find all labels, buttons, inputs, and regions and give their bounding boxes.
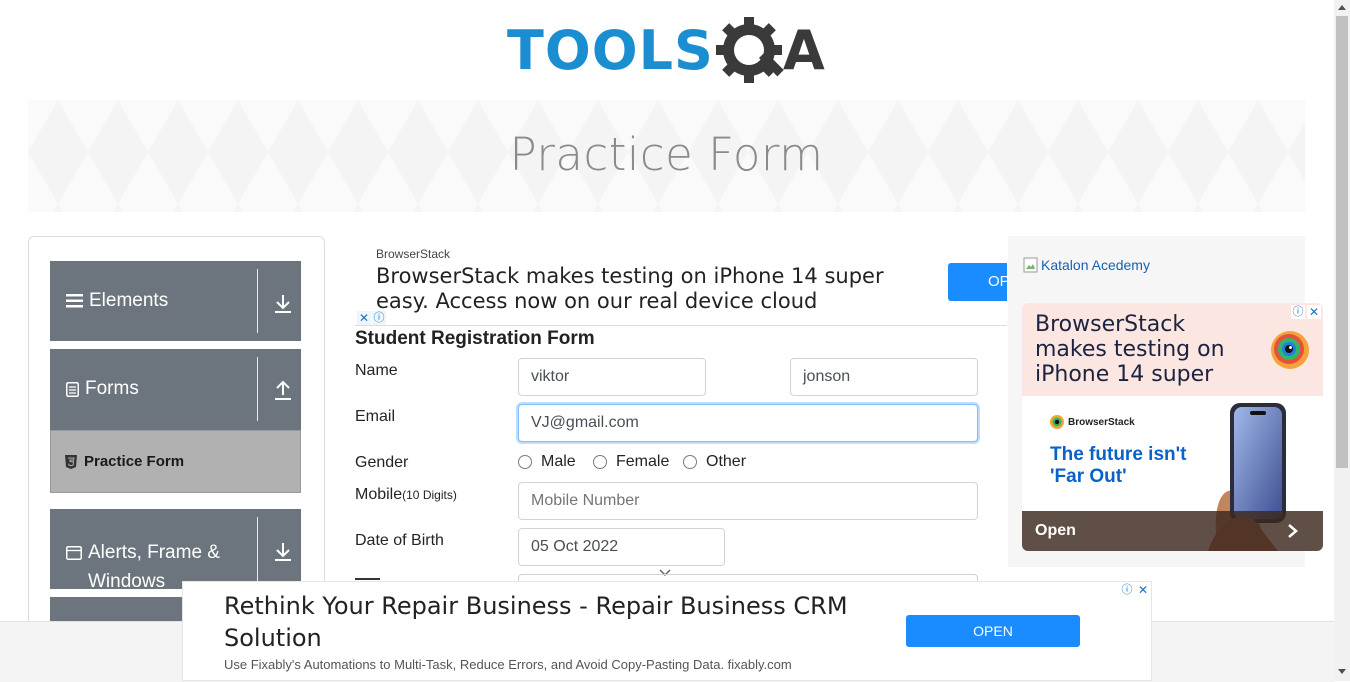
radio-label: Male xyxy=(541,453,576,470)
first-name-input[interactable]: viktor xyxy=(518,358,706,396)
ad-headline: BrowserStack makes testing on iPhone 14 … xyxy=(1035,312,1225,387)
ad-open-button[interactable]: OPEN xyxy=(906,615,1080,647)
scrollbar-thumb[interactable] xyxy=(1336,16,1348,468)
mobile-input[interactable] xyxy=(518,482,978,520)
mobile-label-hint: (10 Digits) xyxy=(402,488,457,502)
toolsqa-logo[interactable]: TOOLS A xyxy=(507,14,832,92)
scroll-down-arrow-icon[interactable] xyxy=(1338,669,1346,674)
ad-info-icon[interactable]: ⓘ xyxy=(372,311,386,325)
ad-banner-bottom[interactable]: Rethink Your Repair Business - Repair Bu… xyxy=(182,581,1152,681)
download-arrow-icon[interactable] xyxy=(272,293,294,315)
ad-info-icon[interactable]: ⓘ xyxy=(1120,583,1134,597)
ad-headline[interactable]: Rethink Your Repair Business - Repair Bu… xyxy=(224,590,884,654)
ad-brand: BrowserStack xyxy=(1050,415,1135,429)
logo-text-tools: TOOLS xyxy=(507,19,714,82)
ad-source: BrowserStack xyxy=(376,247,451,261)
ad-headline[interactable]: BrowserStack makes testing on iPhone 14 … xyxy=(376,264,936,314)
ad-close-icon[interactable]: ✕ xyxy=(1136,583,1150,597)
last-name-input[interactable]: jonson xyxy=(790,358,978,396)
email-label: Email xyxy=(355,408,396,425)
ad-cta-bar[interactable]: Open xyxy=(1022,511,1323,551)
brand-name: BrowserStack xyxy=(1068,416,1135,428)
ad-open-button[interactable]: OPEN xyxy=(948,263,1007,301)
image-alt-text: Katalon Acedemy xyxy=(1041,257,1150,273)
gender-label: Gender xyxy=(355,454,409,471)
ad-banner-top[interactable]: BrowserStack BrowserStack makes testing … xyxy=(355,236,1007,326)
radio-button[interactable] xyxy=(518,455,532,469)
divider xyxy=(257,357,258,421)
download-arrow-icon[interactable] xyxy=(272,541,294,563)
radio-button[interactable] xyxy=(593,455,607,469)
sidebar-group-label: Forms xyxy=(85,378,139,399)
form-title: Student Registration Form xyxy=(355,328,595,349)
ad-tagline: The future isn't 'Far Out' xyxy=(1050,444,1187,487)
radio-button[interactable] xyxy=(683,455,697,469)
chevron-right-icon[interactable] xyxy=(1287,523,1299,539)
mobile-label-text: Mobile xyxy=(355,486,403,503)
upload-arrow-icon[interactable] xyxy=(272,380,294,402)
sidebar-group-forms[interactable]: Forms xyxy=(50,349,301,430)
scroll-up-arrow-icon[interactable] xyxy=(1338,5,1346,10)
browserstack-ad[interactable]: BrowserStack makes testing on iPhone 14 … xyxy=(1022,303,1323,551)
window-icon xyxy=(66,546,82,560)
page-banner: Practice Form xyxy=(28,100,1305,212)
radio-label: Female xyxy=(616,453,670,470)
sidebar-group-label: Elements xyxy=(89,290,169,311)
ad-close-icon[interactable]: ✕ xyxy=(357,311,371,325)
browserstack-small-icon xyxy=(1050,415,1064,429)
divider xyxy=(257,269,258,333)
browserstack-logo-icon xyxy=(1271,331,1309,369)
sidebar-item-label: Practice Form xyxy=(84,453,185,470)
divider xyxy=(257,517,258,581)
gender-radio-other[interactable]: Other xyxy=(683,453,746,471)
gear-magnifier-icon xyxy=(716,17,784,83)
document-icon xyxy=(66,382,79,397)
ad-subtext: Use Fixably's Automations to Multi-Task,… xyxy=(224,657,792,672)
gender-radio-female[interactable]: Female xyxy=(593,453,669,471)
ad-open-link[interactable]: Open xyxy=(1035,522,1076,540)
scrollbar[interactable] xyxy=(1334,0,1350,681)
sidebar-group-elements[interactable]: Elements xyxy=(50,261,301,341)
logo-text-a: A xyxy=(783,19,825,82)
name-label: Name xyxy=(355,362,398,379)
ad-info-icon[interactable]: ⓘ xyxy=(1291,305,1305,319)
mobile-label: Mobile(10 Digits) xyxy=(355,486,457,504)
ad-side[interactable]: Katalon Acedemy BrowserStack makes testi… xyxy=(1008,236,1323,567)
html5-icon xyxy=(65,455,77,469)
page-title: Practice Form xyxy=(509,128,824,181)
broken-image-icon xyxy=(1023,257,1038,273)
dob-label: Date of Birth xyxy=(355,532,444,549)
date-of-birth-input[interactable]: 05 Oct 2022 xyxy=(518,528,725,566)
ad-image-katalon[interactable]: Katalon Acedemy xyxy=(1023,257,1150,273)
radio-label: Other xyxy=(706,453,747,470)
ad-close-icon[interactable]: ✕ xyxy=(1307,305,1321,319)
hamburger-icon xyxy=(66,294,83,308)
gender-radio-male[interactable]: Male xyxy=(518,453,576,471)
sidebar-group-alerts[interactable]: Alerts, Frame & Windows xyxy=(50,509,301,592)
email-input[interactable]: VJ@gmail.com xyxy=(518,404,978,442)
sidebar-item-practice-form[interactable]: Practice Form xyxy=(50,430,301,493)
